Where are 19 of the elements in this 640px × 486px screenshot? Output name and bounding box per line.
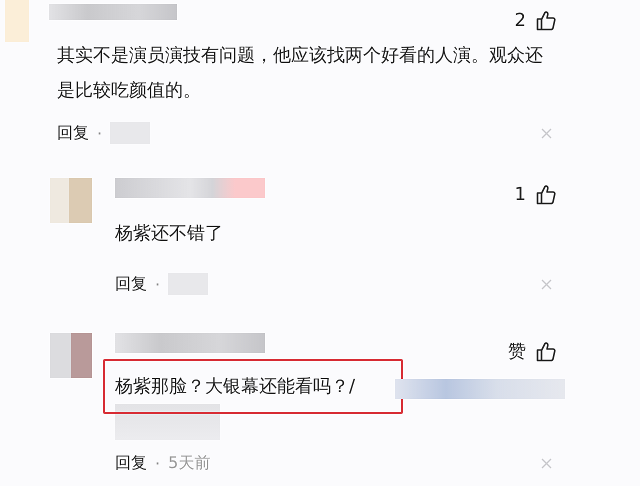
separator-dot: ·	[97, 124, 102, 142]
comment-text: 杨紫那脸？大银幕还能看吗？/	[115, 375, 356, 399]
thumbs-up-icon[interactable]	[536, 340, 556, 362]
comment-text: 其实不是演员演技有问题，他应该找两个好看的人演。观众还是比较吃颜值的。	[57, 44, 544, 103]
reply-link[interactable]: 回复	[57, 122, 89, 144]
blurred-avatar	[5, 0, 29, 42]
thumbs-up-icon[interactable]	[536, 184, 556, 205]
thumbs-up-icon[interactable]	[536, 10, 556, 31]
comment-text: 杨紫还不错了	[115, 222, 223, 246]
blurred-avatar	[50, 333, 92, 378]
like-count: 赞	[508, 340, 526, 363]
separator-dot: ·	[155, 454, 160, 473]
reply-link[interactable]: 回复	[115, 274, 147, 294]
comment-time: 5天前	[168, 453, 210, 474]
separator-dot: ·	[155, 274, 160, 294]
blurred-avatar	[50, 178, 92, 223]
like-count: 2	[514, 10, 526, 31]
reply-link[interactable]: 回复	[115, 453, 147, 474]
like-count: 1	[514, 184, 526, 205]
